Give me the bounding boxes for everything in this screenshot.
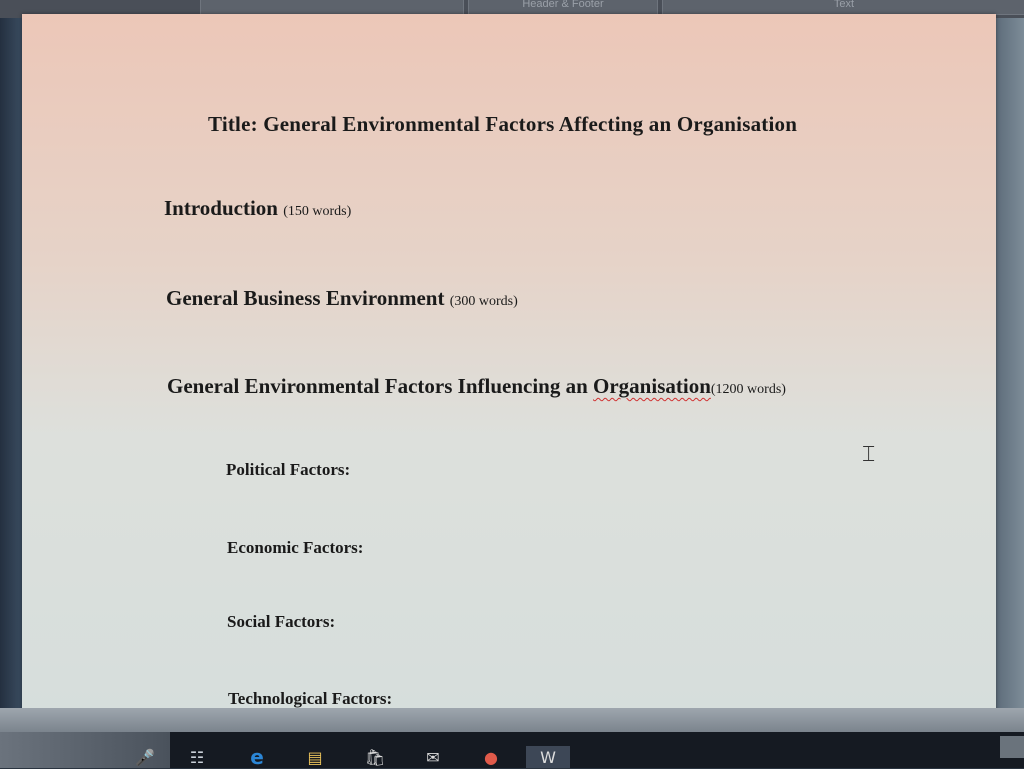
edge-icon[interactable]: e: [246, 745, 268, 769]
text-cursor-icon: ⌶: [862, 442, 876, 467]
subheading-text: Technological Factors:: [228, 689, 393, 708]
heading-text: General Environmental Factors Influencin…: [167, 374, 594, 398]
document-title[interactable]: Title: General Environmental Factors Aff…: [208, 112, 797, 137]
heading-introduction[interactable]: Introduction (150 words): [164, 196, 351, 221]
heading-general-business-environment[interactable]: General Business Environment (300 words): [166, 286, 518, 311]
subheading-political-factors[interactable]: Political Factors:: [226, 460, 350, 480]
ribbon-tab-group-1[interactable]: [200, 0, 464, 15]
file-explorer-icon[interactable]: ▤: [304, 746, 326, 768]
taskbar: 🎤 ☷ e ▤ 🛍 ✉ ● W: [0, 732, 1024, 769]
store-icon[interactable]: 🛍: [364, 746, 386, 768]
heading-general-environmental-factors[interactable]: General Environmental Factors Influencin…: [167, 374, 786, 399]
document-title-text: Title: General Environmental Factors Aff…: [208, 112, 798, 136]
window-right-scroll-area[interactable]: [994, 18, 1024, 718]
subheading-text: Political Factors:: [226, 460, 351, 479]
subheading-technological-factors[interactable]: Technological Factors:: [228, 689, 392, 709]
microphone-icon[interactable]: 🎤: [134, 746, 156, 768]
ribbon-tab-text[interactable]: Text: [662, 0, 1024, 15]
word-count: (1200 words): [710, 382, 786, 397]
show-desktop-button[interactable]: [1000, 736, 1024, 758]
word-count: (150 words): [283, 204, 352, 219]
window-left-margin: [0, 18, 22, 718]
heading-text: Introduction: [164, 196, 278, 220]
mail-icon[interactable]: ✉: [422, 746, 444, 768]
heading-text: General Business Environment: [166, 286, 445, 310]
document-page[interactable]: Title: General Environmental Factors Aff…: [22, 14, 996, 720]
task-view-icon[interactable]: ☷: [186, 746, 208, 768]
status-bar: [0, 708, 1024, 732]
subheading-economic-factors[interactable]: Economic Factors:: [227, 538, 363, 558]
spelling-flagged-word[interactable]: Organisation: [593, 374, 711, 398]
chrome-icon[interactable]: ●: [480, 746, 502, 768]
ribbon-tab-header-footer[interactable]: Header & Footer: [468, 0, 658, 15]
subheading-text: Social Factors:: [227, 612, 336, 631]
word-icon[interactable]: W: [526, 746, 570, 768]
subheading-social-factors[interactable]: Social Factors:: [227, 612, 335, 632]
word-count: (300 words): [449, 294, 518, 309]
subheading-text: Economic Factors:: [227, 538, 364, 557]
